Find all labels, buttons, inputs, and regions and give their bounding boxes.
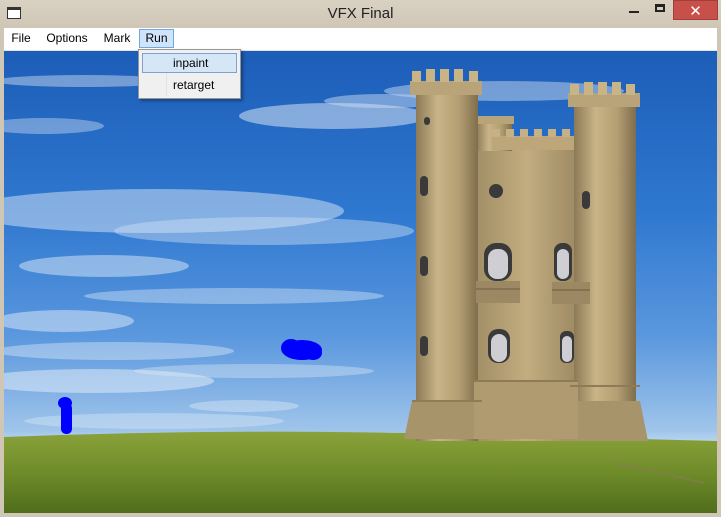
maximize-icon: [655, 4, 665, 12]
run-menu-dropdown: inpaint retarget: [138, 49, 241, 99]
minimize-button[interactable]: [619, 0, 647, 20]
title-bar[interactable]: VFX Final ✕: [0, 0, 721, 28]
maximize-button[interactable]: [647, 0, 673, 20]
grass-hill: [4, 431, 717, 513]
window-title: VFX Final: [327, 5, 394, 22]
close-icon: ✕: [689, 2, 702, 20]
castle-tower: [404, 69, 648, 441]
app-window: VFX Final ✕ File Options Mark Run inpain…: [0, 0, 721, 517]
menu-options[interactable]: Options: [44, 29, 90, 48]
menu-file[interactable]: File: [10, 29, 32, 48]
castle-photo: [4, 69, 717, 513]
menu-item-inpaint[interactable]: inpaint: [142, 53, 237, 73]
minimize-icon: [629, 11, 639, 13]
menu-mark[interactable]: Mark: [102, 29, 132, 48]
close-button[interactable]: ✕: [673, 0, 718, 20]
image-canvas[interactable]: [4, 51, 717, 513]
menu-item-retarget[interactable]: retarget: [142, 75, 237, 95]
menu-bar: File Options Mark Run: [4, 28, 717, 51]
menu-run[interactable]: Run: [139, 29, 174, 48]
